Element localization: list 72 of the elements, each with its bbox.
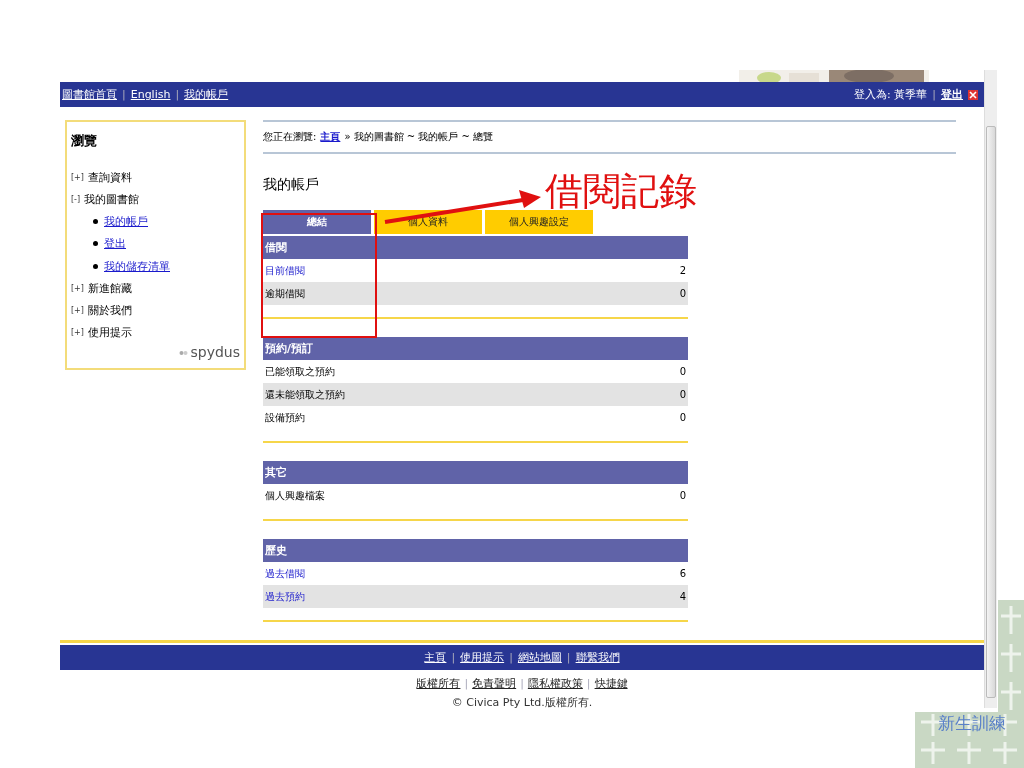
logo: spydus (190, 344, 240, 360)
bullet-icon (93, 263, 98, 269)
section-header: 借閱 (263, 236, 688, 259)
toggle-marker[interactable]: [+] (71, 172, 84, 182)
sidebar-link[interactable]: 登出 (104, 236, 126, 252)
login-label: 登入為: 黃季華 (854, 87, 928, 102)
sidebar-link[interactable]: 我的儲存清單 (104, 258, 170, 274)
toggle-marker[interactable]: [-] (71, 194, 81, 204)
separator: | (932, 88, 936, 101)
row-link[interactable]: 過去借閱 (265, 566, 305, 581)
row-count: 2 (679, 265, 686, 276)
row-label: 還未能領取之預約 (265, 387, 345, 402)
toggle-marker[interactable]: [+] (71, 328, 84, 338)
sidebar-item[interactable]: 使用提示 (87, 325, 132, 341)
breadcrumb-path: » 我的圖書館 ~ 我的帳戶 ~ 總覽 (344, 130, 494, 144)
separator: | (122, 88, 126, 101)
scroll-thumb[interactable] (986, 126, 996, 698)
nav-link[interactable]: 版權所有 (416, 676, 461, 691)
logo-icon (179, 348, 189, 356)
separator: | (509, 651, 513, 664)
separator: | (175, 88, 180, 101)
breadcrumb-link[interactable]: 主頁 (320, 130, 341, 144)
row-count: 0 (679, 490, 686, 501)
row-count: 0 (679, 366, 686, 377)
separator: | (451, 651, 456, 664)
bullet-icon (93, 219, 98, 225)
bullet-icon (93, 241, 98, 247)
nav-link[interactable]: 網站地圖 (517, 650, 562, 665)
sidebar-item[interactable]: 關於我們 (87, 303, 132, 319)
row-count: 4 (679, 591, 686, 602)
nav-link[interactable]: 快捷鍵 (594, 676, 628, 691)
sidebar-link[interactable]: 我的帳戶 (104, 214, 148, 230)
row-label: 逾期借閱 (265, 286, 305, 301)
slide-title: 新生訓練 (938, 712, 1006, 735)
separator: | (566, 651, 571, 664)
sidebar-item[interactable]: 新進館藏 (87, 280, 132, 296)
nav-link[interactable]: 我的帳戶 (184, 87, 229, 102)
tab[interactable]: 個人興趣設定 (485, 210, 593, 234)
separator: | (520, 677, 524, 690)
row-label: 已能領取之預約 (265, 364, 335, 379)
separator: | (464, 677, 469, 690)
row-count: 6 (679, 568, 686, 579)
sidebar-item[interactable]: 查詢資料 (87, 169, 132, 185)
copyright-text: © Civica Pty Ltd.版權所有. (450, 695, 594, 710)
row-label: 設備預約 (265, 410, 305, 425)
sidebar-title: 瀏覽 (71, 132, 98, 150)
scrollbar[interactable] (984, 70, 997, 708)
row-link[interactable]: 過去預約 (265, 589, 305, 604)
nav-link[interactable]: 免責聲明 (472, 676, 517, 691)
nav-link[interactable]: 圖書館首頁 (62, 87, 117, 102)
row-count: 0 (679, 389, 686, 400)
row-label: 個人興趣檔案 (265, 488, 325, 503)
sidebar-item[interactable]: 我的圖書館 (84, 191, 140, 207)
row-count: 0 (679, 412, 686, 423)
toggle-marker[interactable]: [+] (71, 283, 84, 293)
page-heading: 我的帳戶 (263, 176, 319, 194)
nav-link[interactable]: 主頁 (424, 650, 447, 665)
nav-link[interactable]: 聯繫我們 (575, 650, 620, 665)
row-link[interactable]: 目前借閱 (265, 263, 305, 278)
nav-link[interactable]: 隱私權政策 (527, 676, 583, 691)
separator: | (586, 677, 591, 690)
tab[interactable]: 總結 (263, 210, 371, 234)
section-header: 其它 (263, 461, 688, 484)
section-header: 預約/預訂 (263, 337, 688, 360)
close-icon[interactable] (968, 89, 978, 100)
breadcrumb-label: 您正在瀏覽: (263, 130, 317, 144)
nav-link[interactable]: English (130, 88, 171, 101)
logout-link[interactable]: 登出 (941, 87, 963, 102)
row-count: 0 (679, 288, 686, 299)
toggle-marker[interactable]: [+] (71, 306, 84, 316)
nav-link[interactable]: 使用提示 (460, 650, 505, 665)
section-header: 歷史 (263, 539, 688, 562)
